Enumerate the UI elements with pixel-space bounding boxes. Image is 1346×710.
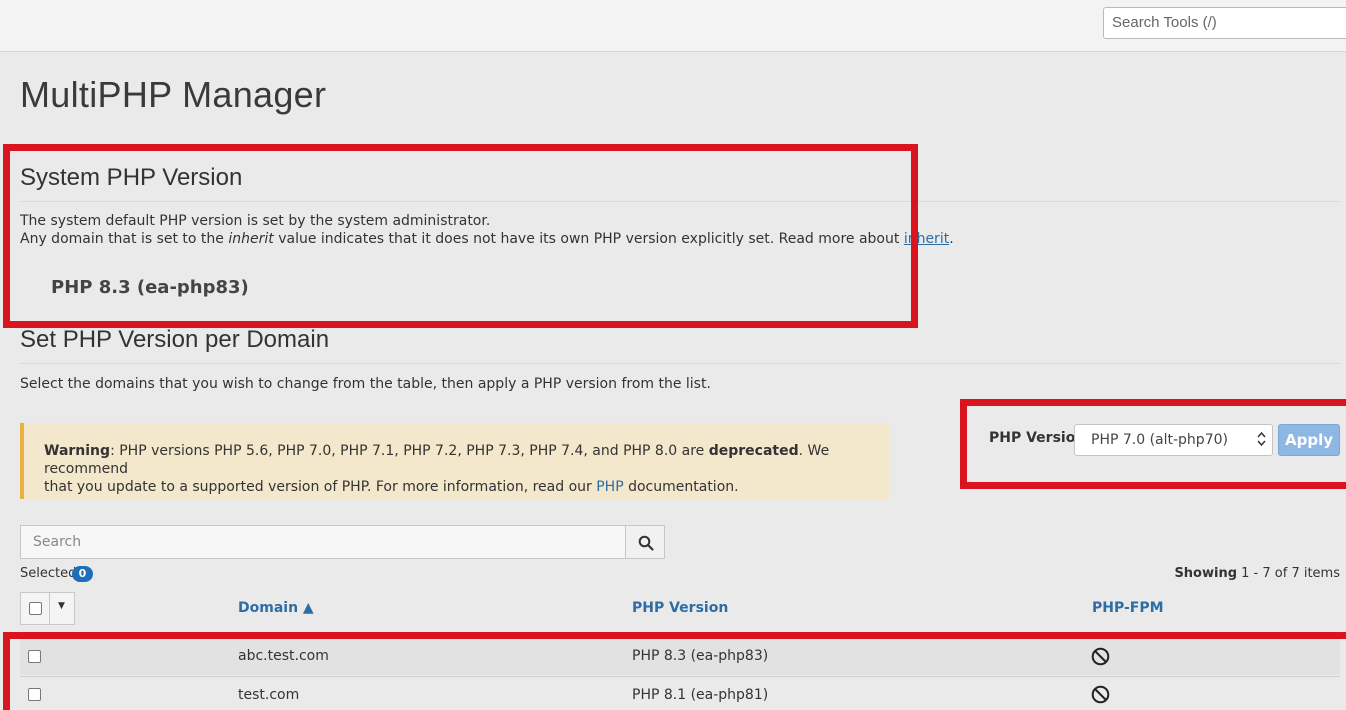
page-title: MultiPHP Manager <box>20 74 327 115</box>
disabled-icon <box>1091 685 1110 704</box>
warning-text: : PHP versions PHP 5.6, PHP 7.0, PHP 7.1… <box>110 443 709 459</box>
inherit-link[interactable]: inherit <box>904 231 949 247</box>
row-checkbox[interactable] <box>28 650 41 663</box>
top-bar: Search Tools (/) <box>0 0 1346 52</box>
table-row[interactable]: test.com PHP 8.1 (ea-php81) <box>20 676 1340 710</box>
select-all-checkbox[interactable] <box>29 602 42 615</box>
php-version-label: PHP Version <box>989 430 1086 446</box>
row-domain: abc.test.com <box>238 648 329 664</box>
domain-php-heading: Set PHP Version per Domain <box>20 326 330 353</box>
search-icon <box>638 535 654 551</box>
column-header-domain[interactable]: Domain ▲ <box>238 600 314 616</box>
chevron-updown-icon <box>1257 431 1266 450</box>
column-header-php-fpm[interactable]: PHP-FPM <box>1092 600 1164 616</box>
domain-php-description: Select the domains that you wish to chan… <box>20 376 711 392</box>
php-version-select[interactable]: PHP 7.0 (alt-php70) <box>1074 424 1273 456</box>
inherit-term: inherit <box>228 231 274 247</box>
divider <box>20 201 1340 202</box>
disabled-icon <box>1091 647 1110 666</box>
pagination-prefix: Showing <box>1174 566 1238 581</box>
system-description-line2-middle: value indicates that it does not have it… <box>273 231 904 247</box>
system-php-heading: System PHP Version <box>20 164 243 191</box>
row-php-version: PHP 8.1 (ea-php81) <box>632 687 769 703</box>
warning-label: Warning <box>44 443 111 459</box>
search-tools-input[interactable]: Search Tools (/) <box>1103 7 1346 39</box>
system-description-line2-prefix: Any domain that is set to the <box>20 231 229 247</box>
selected-count-badge: 0 <box>72 566 93 582</box>
domain-search-input[interactable]: Search <box>20 525 626 559</box>
column-header-php-version[interactable]: PHP Version <box>632 600 728 616</box>
divider <box>20 363 1340 364</box>
system-description-line2-suffix: . <box>949 231 954 247</box>
warning-text: documentation. <box>623 479 739 495</box>
table-row[interactable]: abc.test.com PHP 8.3 (ea-php83) <box>20 637 1340 675</box>
select-all-checkbox-button[interactable] <box>20 592 50 625</box>
warning-text: that you update to a supported version o… <box>44 479 597 495</box>
bulk-select-dropdown[interactable]: ▼ <box>50 592 75 625</box>
deprecation-warning: Warning: PHP versions PHP 5.6, PHP 7.0, … <box>20 423 889 499</box>
system-description-line1: The system default PHP version is set by… <box>20 213 491 229</box>
caret-down-icon: ▼ <box>58 601 65 611</box>
php-version-selected: PHP 7.0 (alt-php70) <box>1091 432 1228 448</box>
system-php-version: PHP 8.3 (ea-php83) <box>51 277 249 298</box>
system-php-description: The system default PHP version is set by… <box>20 212 954 248</box>
apply-button[interactable]: Apply <box>1278 424 1340 456</box>
row-php-version: PHP 8.3 (ea-php83) <box>632 648 769 664</box>
search-button[interactable] <box>625 525 665 559</box>
deprecated-term: deprecated <box>708 443 799 459</box>
pagination-summary: Showing 1 - 7 of 7 items <box>1174 566 1340 581</box>
pagination-range: 1 - 7 of 7 items <box>1237 566 1340 581</box>
selected-label: Selected <box>20 566 77 581</box>
row-checkbox[interactable] <box>28 688 41 701</box>
row-domain: test.com <box>238 687 300 703</box>
php-docs-link[interactable]: PHP <box>596 479 623 495</box>
